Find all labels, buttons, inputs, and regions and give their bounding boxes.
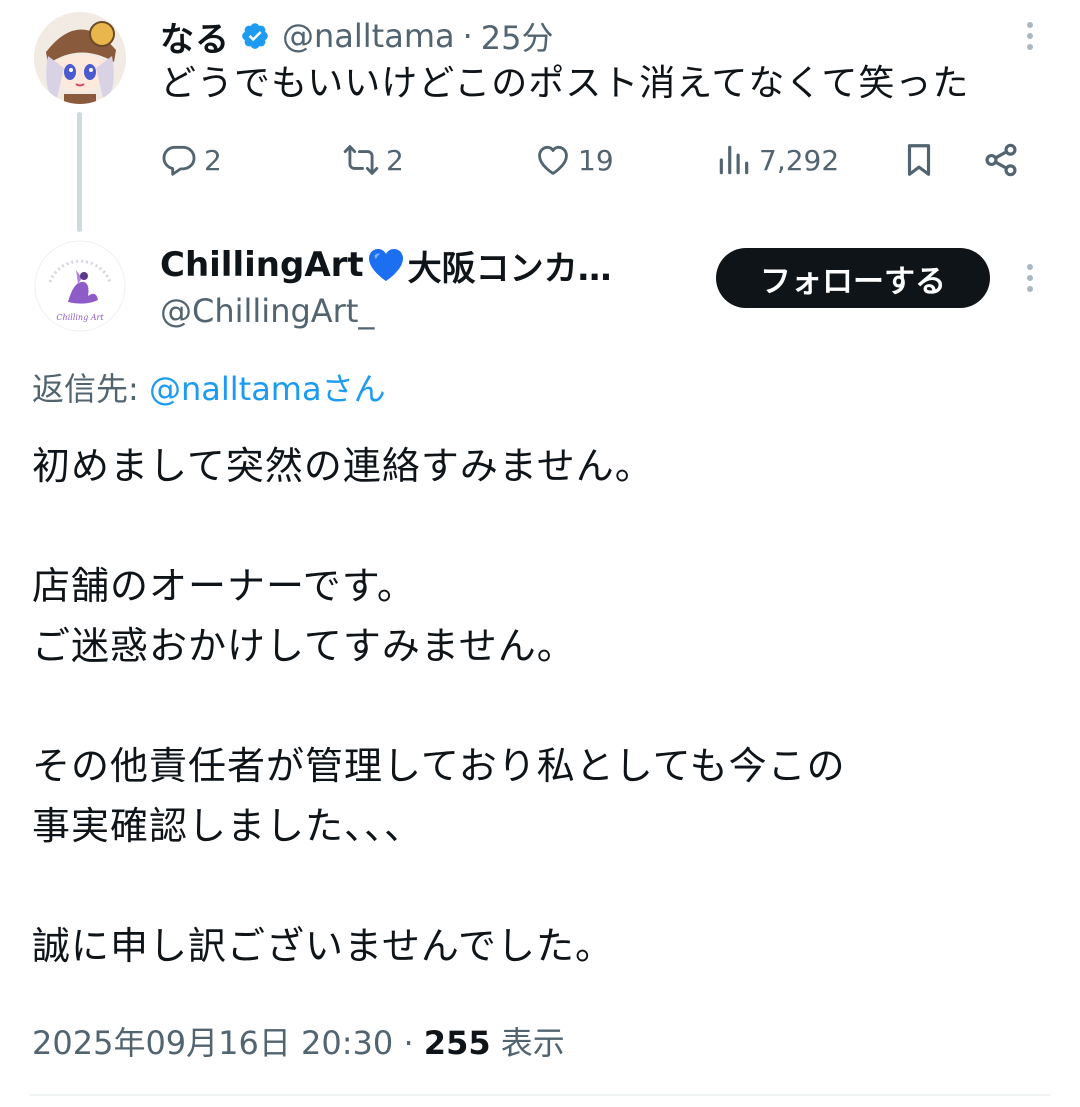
repost-count: 2	[386, 143, 404, 177]
avatar-chillingart[interactable]: Chilling Art	[34, 240, 126, 332]
views-button[interactable]: 7,292	[715, 136, 839, 184]
views-icon	[719, 145, 749, 175]
reply-icon	[162, 145, 196, 176]
like-count: 19	[578, 143, 614, 177]
repost-button[interactable]: 2	[342, 136, 404, 184]
post-meta: 2025年09月16日 20:30 · 255 表示	[32, 1018, 565, 1064]
text-line	[32, 496, 1052, 556]
share-button[interactable]	[982, 136, 1020, 184]
svg-text:Chilling Art: Chilling Art	[56, 313, 104, 322]
replying-to-label: 返信先:	[32, 370, 149, 408]
text-line	[32, 676, 1052, 736]
like-button[interactable]: 19	[534, 136, 614, 184]
follow-button[interactable]: フォローする	[716, 248, 990, 308]
tweet1-action-bar: 2 2 19 7,292	[160, 136, 1040, 184]
view-label: 表示	[500, 1024, 565, 1062]
header-separator: ·	[462, 17, 473, 55]
author-handle[interactable]: @nalltama	[282, 17, 455, 55]
text-line	[32, 856, 1052, 916]
post-timestamp[interactable]: 2025年09月16日 20:30	[32, 1024, 393, 1062]
views-count: 7,292	[759, 143, 840, 177]
divider	[30, 1094, 1050, 1096]
tweet1-header: なる @nalltama · 25分	[160, 12, 554, 60]
bookmark-icon	[907, 144, 931, 176]
reply-count: 2	[204, 143, 222, 177]
tweet2-text: 初めまして突然の連絡すみません。 店舗のオーナーです。 ご迷惑おかけしてすみませ…	[32, 436, 1052, 976]
author-name-prefix: ChillingArt	[160, 245, 364, 285]
more-icon[interactable]	[1018, 260, 1042, 296]
replying-to-mention[interactable]: @nalltamaさん	[149, 370, 386, 408]
blue-heart-icon	[366, 247, 406, 283]
reply-button[interactable]: 2	[160, 136, 222, 184]
text-line: ご迷惑おかけしてすみません。	[32, 624, 576, 668]
text-line: 誠に申し訳ございませんでした。	[32, 924, 614, 968]
meta-separator: ·	[403, 1024, 414, 1062]
more-icon[interactable]	[1018, 18, 1042, 54]
avatar-naru[interactable]	[34, 12, 126, 104]
author-handle-chillingart[interactable]: @ChillingArt_	[160, 292, 374, 330]
verified-badge-icon	[240, 21, 270, 51]
text-line: 店舗のオーナーです。	[32, 564, 416, 608]
text-line: 事実確認しました、、、	[32, 804, 424, 848]
thread-connector-line	[77, 112, 82, 232]
text-line: 初めまして突然の連絡すみません。	[32, 444, 654, 488]
author-name-suffix: 大阪コンカ…	[407, 248, 612, 289]
like-icon	[538, 145, 568, 175]
post-time[interactable]: 25分	[481, 13, 554, 59]
repost-icon	[343, 145, 379, 175]
bookmark-button[interactable]	[900, 136, 938, 184]
replying-to: 返信先: @nalltamaさん	[32, 364, 386, 410]
author-name-chillingart[interactable]: ChillingArt 大阪コンカ…	[160, 240, 680, 290]
tweet1-text: どうでもいいけどこのポスト消えてなくて笑った	[160, 63, 970, 104]
text-line: その他責任者が管理しており私としても今この	[32, 744, 846, 788]
author-name[interactable]: なる	[160, 12, 230, 61]
share-icon	[985, 143, 1017, 177]
view-count: 255	[423, 1024, 491, 1062]
